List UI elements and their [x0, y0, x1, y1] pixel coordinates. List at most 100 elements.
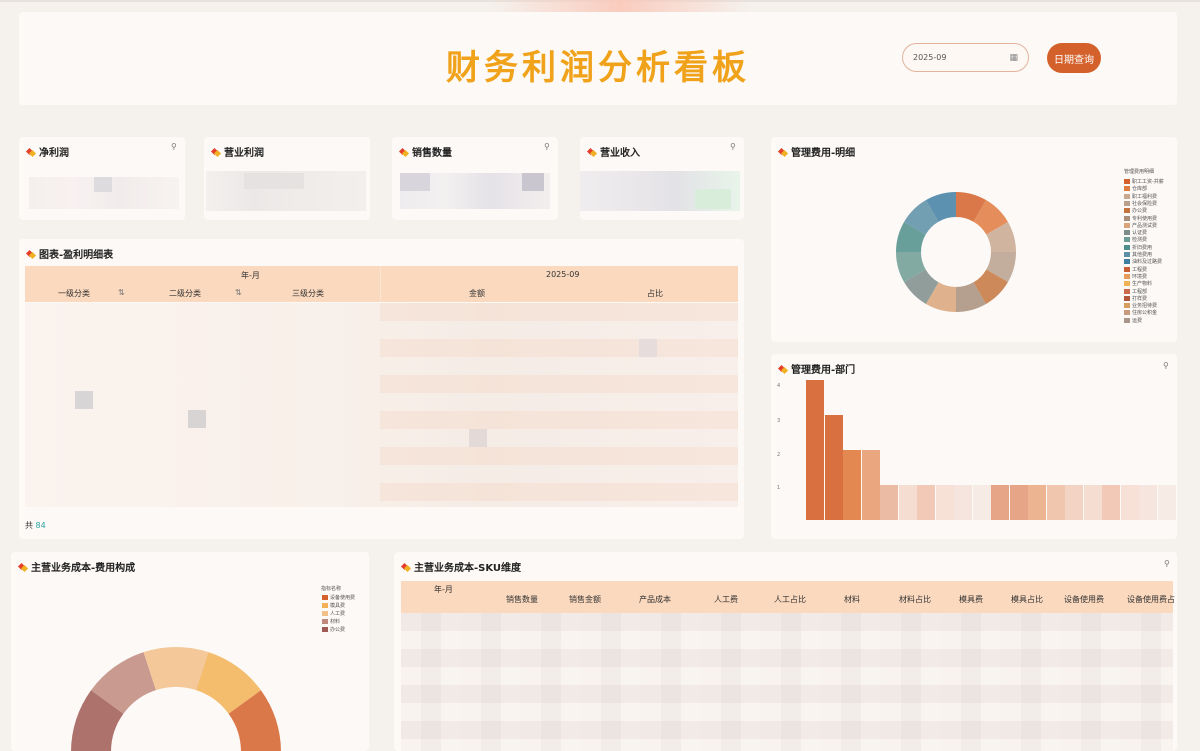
legend-label: 工程费	[1132, 266, 1148, 273]
panel-title: 管理费用-部门	[779, 361, 855, 376]
legend-label: 人工费	[330, 611, 346, 617]
dept-bar[interactable]	[1009, 485, 1028, 520]
dept-bar[interactable]	[972, 485, 991, 520]
legend-item[interactable]: 设备使用费	[322, 594, 355, 601]
column-header[interactable]: 一级分类	[58, 288, 90, 299]
sku-column-header[interactable]: 材料	[844, 594, 860, 605]
legend-item[interactable]: 工程费	[1124, 266, 1147, 273]
legend-label: 社会保险费	[1132, 200, 1158, 207]
legend-swatch	[322, 595, 328, 600]
kpi-title: 营业收入	[588, 144, 640, 159]
legend-label: 工程部	[1132, 288, 1148, 295]
legend-item[interactable]: 打样费	[1124, 295, 1147, 302]
dept-bar[interactable]	[843, 450, 861, 520]
kpi-value-blurred	[695, 189, 731, 209]
legend-item[interactable]: 环境费	[1124, 273, 1147, 280]
dept-bar[interactable]	[1157, 485, 1176, 520]
kpi-card-net-profit: 净利润 ⚲	[19, 137, 185, 220]
header-panel: 财务利润分析看板 2025-09 ▦ 日期查询	[19, 12, 1177, 105]
sku-cost-table-panel: 主营业务成本-SKU维度 ⚲ 年-月 销售数量 销售金额 产品成本 人工费 人工占比 材料 材…	[394, 552, 1177, 751]
sku-column-header[interactable]: 人工费	[714, 594, 738, 605]
sku-column-header[interactable]: 人工占比	[774, 594, 806, 605]
legend-item[interactable]: 认证费	[1124, 229, 1147, 236]
filter-icon[interactable]: ⚲	[730, 142, 736, 151]
sku-column-header[interactable]: 年-月	[434, 584, 453, 595]
legend-item[interactable]: 人工费	[322, 610, 345, 617]
sku-column-header[interactable]: 材料占比	[899, 594, 931, 605]
filter-icon[interactable]: ⚲	[1164, 559, 1170, 568]
legend-item[interactable]: 材料	[322, 618, 340, 625]
column-header[interactable]: 金额	[469, 288, 485, 299]
dept-bar[interactable]	[917, 485, 935, 520]
sku-column-header[interactable]: 销售金额	[569, 594, 601, 605]
filter-icon[interactable]: ⚲	[544, 142, 550, 151]
legend-swatch	[1124, 200, 1130, 206]
dept-bar[interactable]	[954, 485, 972, 520]
dept-bar[interactable]	[880, 485, 898, 520]
table-body-blurred	[380, 303, 738, 507]
filter-icon[interactable]: ⚲	[171, 142, 177, 151]
y-tick: 3	[777, 418, 781, 424]
date-picker[interactable]: 2025-09 ▦	[902, 43, 1029, 72]
kpi-value-blurred	[94, 177, 112, 192]
date-query-button[interactable]: 日期查询	[1047, 43, 1101, 73]
legend-item[interactable]: 运费	[1124, 317, 1142, 324]
dept-bar[interactable]	[1028, 485, 1046, 520]
legend-item[interactable]: 社会保险费	[1124, 200, 1157, 207]
dept-bar[interactable]	[898, 485, 917, 520]
dept-bar[interactable]	[1120, 485, 1139, 520]
legend-item[interactable]: 职工工资-共薪	[1124, 178, 1164, 185]
dept-bar[interactable]	[991, 485, 1009, 520]
sku-column-header[interactable]: 模具费	[959, 594, 983, 605]
legend-item[interactable]: 模具费	[322, 602, 345, 609]
dept-bar[interactable]	[1139, 485, 1157, 520]
legend-item[interactable]: 专利使用费	[1124, 215, 1157, 222]
legend-item[interactable]: 产品测试费	[1124, 222, 1157, 229]
legend-swatch	[1124, 266, 1130, 272]
column-header[interactable]: 三级分类	[292, 288, 324, 299]
dept-bar[interactable]	[861, 450, 880, 520]
legend-swatch	[1124, 252, 1130, 257]
legend-item[interactable]: 办公费	[1124, 207, 1147, 214]
legend-label: 认证费	[1132, 230, 1148, 237]
legend-item[interactable]: 油料及过路费	[1124, 258, 1162, 265]
brand-logo-icon	[19, 563, 27, 571]
legend-item[interactable]: 生产物料	[1124, 280, 1152, 287]
brand-logo-icon	[27, 148, 35, 156]
legend-item[interactable]: 办公费	[322, 626, 345, 633]
sku-column-header[interactable]: 模具占比	[1011, 594, 1043, 605]
dept-bar[interactable]	[1083, 485, 1102, 520]
filter-icon[interactable]: ⚲	[1163, 361, 1169, 370]
table-header	[25, 266, 738, 302]
legend-item[interactable]: 业务招待费	[1124, 302, 1157, 309]
profit-detail-table-panel: 图表-盈利明细表 年-月 2025-09 一级分类 ⇅ 二级分类 ⇅ 三级分类 …	[19, 239, 744, 539]
legend-item[interactable]: 检测费	[1124, 236, 1147, 243]
sku-column-header[interactable]: 销售数量	[506, 594, 538, 605]
dept-bar[interactable]	[935, 485, 954, 520]
legend-swatch	[1124, 179, 1130, 184]
column-header[interactable]: 占比	[647, 288, 663, 299]
dept-bar[interactable]	[1102, 485, 1120, 520]
column-header[interactable]: 二级分类	[169, 288, 201, 299]
sort-icon[interactable]: ⇅	[235, 288, 242, 297]
legend-item[interactable]: 仓库部	[1124, 185, 1147, 192]
dept-bar[interactable]	[824, 415, 843, 520]
legend-swatch	[1124, 259, 1130, 265]
legend-item[interactable]: 住房公积金	[1124, 309, 1157, 316]
sku-column-header[interactable]: 产品成本	[639, 594, 671, 605]
sku-column-header[interactable]: 设备使用费占	[1127, 594, 1175, 605]
dept-bar[interactable]	[1046, 485, 1065, 520]
legend-item[interactable]: 折旧费用	[1124, 244, 1152, 251]
sku-column-header[interactable]: 设备使用费	[1064, 594, 1104, 605]
legend-item[interactable]: 工程部	[1124, 288, 1147, 295]
sort-icon[interactable]: ⇅	[118, 288, 125, 297]
dept-bar[interactable]	[1065, 485, 1083, 520]
legend-item[interactable]: 其他费用	[1124, 251, 1152, 258]
legend-label: 检测费	[1132, 237, 1148, 244]
legend-label: 职工工资-共薪	[1132, 179, 1164, 185]
legend-item[interactable]: 职工福利费	[1124, 193, 1157, 200]
legend-swatch	[1124, 303, 1130, 309]
legend-label: 专利使用费	[1132, 215, 1158, 222]
dept-bar[interactable]	[806, 380, 824, 520]
cost-composition-panel: 主营业务成本-费用构成 指标名称 设备使用费 模具费 人工费 材料 办公费	[11, 552, 369, 751]
